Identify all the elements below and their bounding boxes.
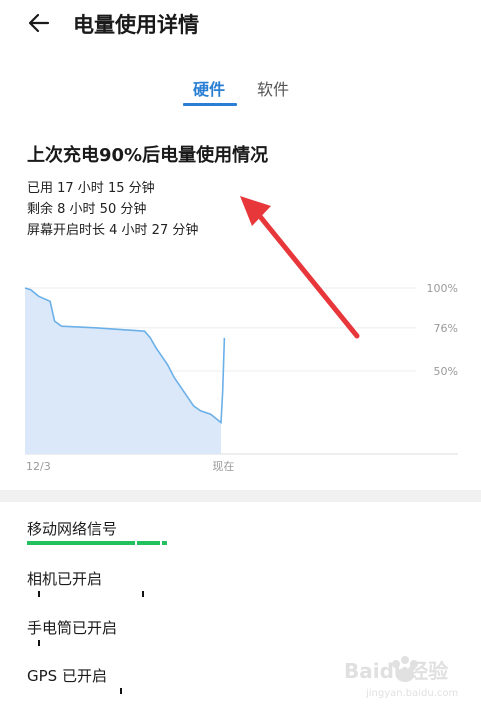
y-tick-label: 100% [427, 282, 458, 295]
camera-usage-tick [38, 591, 40, 597]
screen-on-time: 屏幕开启时长 4 小时 27 分钟 [27, 223, 199, 238]
tab-active-indicator [183, 103, 237, 106]
page-title: 电量使用详情 [73, 13, 199, 37]
mobile-signal-row[interactable]: 移动网络信号 [27, 518, 117, 539]
tab-bar: 硬件 软件 [0, 76, 481, 106]
tab-software[interactable]: 软件 [257, 76, 289, 100]
usage-title: 上次充电90%后电量使用情况 [27, 145, 269, 166]
arrow-left-icon[interactable] [26, 10, 52, 36]
battery-chart: 100% 76% 50% 12/3 现在 [0, 270, 481, 480]
gps-row[interactable]: GPS 已开启 [27, 665, 107, 686]
used-time: 已用 17 小时 15 分钟 [27, 181, 155, 196]
remaining-time: 剩余 8 小时 50 分钟 [27, 202, 147, 217]
x-tick-label: 现在 [212, 460, 234, 473]
flashlight-usage-tick [38, 640, 40, 646]
camera-row[interactable]: 相机已开启 [27, 568, 102, 589]
mobile-signal-bar [27, 541, 167, 545]
camera-usage-tick [142, 591, 144, 597]
app-header: 电量使用详情 [0, 0, 481, 56]
baidu-watermark: Baidu经验 jingyan.baidu.com [344, 656, 458, 699]
y-tick-label: 50% [434, 365, 458, 378]
gps-usage-tick [120, 688, 122, 694]
battery-chart-svg: 100% 76% 50% 12/3 现在 [24, 282, 458, 473]
watermark-domain: jingyan.baidu.com [365, 688, 458, 699]
flashlight-row[interactable]: 手电筒已开启 [27, 617, 117, 638]
watermark-brand: Baidu经验 [344, 659, 448, 683]
section-divider [0, 490, 481, 502]
tab-hardware[interactable]: 硬件 [193, 76, 225, 100]
x-tick-label: 12/3 [26, 460, 51, 473]
y-tick-label: 76% [434, 322, 458, 335]
